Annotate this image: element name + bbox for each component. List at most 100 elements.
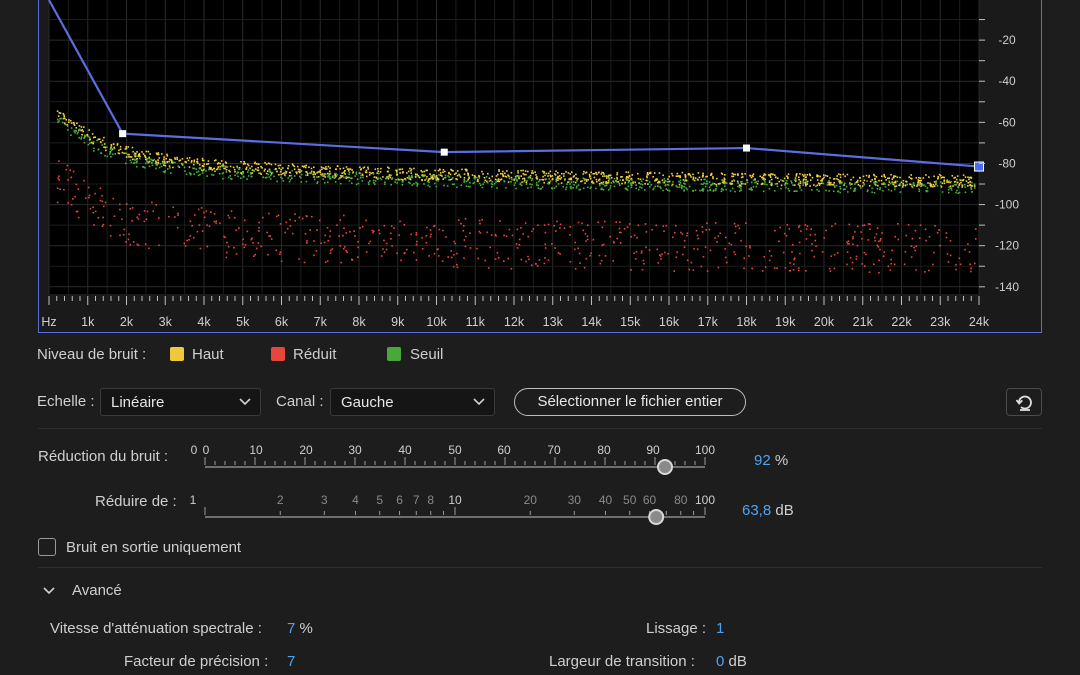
- spectrum-plot[interactable]: -20-40-60-80-100-120-140Hz 1k 2k 3k 4k 5k 6k 7k…: [39, 0, 1043, 333]
- noise-dot: [77, 188, 80, 190]
- noise-dot: [585, 240, 587, 242]
- noise-dot: [694, 189, 697, 191]
- noise-dot: [335, 172, 337, 175]
- noise-dot: [310, 170, 313, 173]
- noise-dot: [217, 166, 219, 168]
- spectral-decay-readout[interactable]: 7 %: [287, 620, 313, 637]
- noise-dot: [127, 238, 130, 241]
- noise-dot: [383, 251, 386, 253]
- noise-dot: [724, 256, 727, 259]
- noise-dot: [421, 248, 424, 250]
- noise-dot: [119, 208, 121, 211]
- precision-value[interactable]: 7: [287, 653, 295, 670]
- noise-dot: [75, 210, 78, 213]
- noise-dot: [135, 152, 137, 155]
- noise-reduction-slider[interactable]: [200, 455, 710, 479]
- noise-reduction-slider-handle[interactable]: [657, 459, 673, 475]
- noise-dot: [799, 180, 802, 183]
- noise-dot: [582, 187, 585, 190]
- noise-reduction-readout[interactable]: 92 %: [754, 452, 788, 469]
- noise-dot: [357, 256, 359, 258]
- noise-dot: [253, 255, 255, 257]
- noise-dot: [819, 182, 821, 185]
- noise-dot: [619, 179, 622, 181]
- noise-dot: [313, 178, 316, 181]
- noise-dot: [702, 188, 705, 190]
- select-entire-file-button[interactable]: Sélectionner le fichier entier: [514, 388, 746, 416]
- reduce-by-value[interactable]: 63,8: [742, 502, 771, 519]
- noise-dot: [112, 143, 115, 145]
- noise-dot: [382, 248, 384, 250]
- noise-dot: [270, 163, 273, 166]
- noise-dot: [878, 179, 880, 182]
- output-noise-only-checkbox[interactable]: [38, 538, 56, 556]
- noise-dot: [879, 239, 881, 242]
- noise-dot: [421, 179, 423, 182]
- noise-spectrum-graph[interactable]: -20 -40 -60 -80 -100 -120 -140 Hz 1k 2k 3k 4k 5k 6k 7k…: [38, 0, 1042, 333]
- noise-dot: [863, 183, 866, 186]
- noise-dot: [882, 190, 884, 192]
- noise-dot: [617, 180, 620, 183]
- noise-dot: [99, 141, 102, 143]
- channel-select[interactable]: Gauche: [330, 388, 495, 416]
- noise-dot: [274, 168, 277, 171]
- db-tick-label: -60: [998, 115, 1016, 129]
- noise-reduction-value[interactable]: 92: [754, 452, 771, 469]
- noise-dot: [719, 182, 721, 185]
- reduce-by-slider-handle[interactable]: [648, 509, 665, 525]
- noise-dot: [961, 184, 963, 186]
- scale-select[interactable]: Linéaire: [100, 388, 261, 416]
- noise-dot: [142, 166, 144, 168]
- noise-dot: [278, 167, 281, 169]
- noise-dot: [426, 226, 428, 229]
- noise-dot: [894, 185, 896, 188]
- noise-dot: [102, 205, 105, 208]
- noise-dot: [83, 126, 85, 128]
- noise-dot: [162, 161, 165, 163]
- noise-dot: [731, 175, 733, 178]
- chevron-down-icon[interactable]: [43, 587, 55, 595]
- noise-dot: [705, 229, 707, 231]
- noise-dot: [247, 171, 249, 173]
- noise-dot: [933, 175, 935, 178]
- noise-dot: [751, 188, 753, 191]
- advanced-section-title[interactable]: Avancé: [72, 582, 122, 599]
- noise-dot: [716, 241, 718, 243]
- noise-dot: [78, 125, 81, 127]
- curve-handle[interactable]: [119, 130, 127, 138]
- noise-dot: [555, 230, 557, 232]
- reset-button[interactable]: [1006, 388, 1042, 416]
- reduce-by-slider[interactable]: [200, 505, 710, 529]
- transition-width-readout[interactable]: 0 dB: [716, 653, 747, 670]
- transition-width-value[interactable]: 0: [716, 653, 724, 670]
- noise-dot: [389, 176, 392, 179]
- smoothing-value[interactable]: 1: [716, 620, 724, 637]
- reduce-by-readout[interactable]: 63,8 dB: [742, 502, 794, 519]
- noise-dot: [890, 262, 893, 265]
- noise-dot: [918, 190, 920, 192]
- noise-dot: [57, 118, 59, 121]
- noise-dot: [287, 177, 289, 179]
- noise-dot: [558, 177, 560, 180]
- noise-dot: [863, 179, 866, 182]
- noise-dot: [503, 180, 505, 182]
- noise-dot: [781, 179, 784, 182]
- noise-dot: [174, 216, 176, 218]
- curve-handle[interactable]: [743, 144, 750, 152]
- noise-dot: [529, 174, 532, 177]
- noise-dot: [170, 161, 173, 164]
- noise-dot: [390, 238, 392, 240]
- noise-dot: [708, 181, 711, 183]
- curve-handle[interactable]: [440, 148, 448, 156]
- noise-dot: [654, 179, 656, 182]
- noise-dot: [80, 138, 82, 140]
- noise-dot: [210, 211, 212, 213]
- noise-dot: [853, 188, 856, 190]
- noise-dot: [310, 172, 312, 175]
- output-noise-only-label[interactable]: Bruit en sortie uniquement: [66, 539, 241, 556]
- noise-dot: [879, 248, 881, 251]
- noise-dot: [761, 270, 764, 272]
- spectral-decay-value[interactable]: 7: [287, 620, 295, 637]
- noise-dot: [469, 247, 472, 249]
- noise-dot: [904, 184, 907, 187]
